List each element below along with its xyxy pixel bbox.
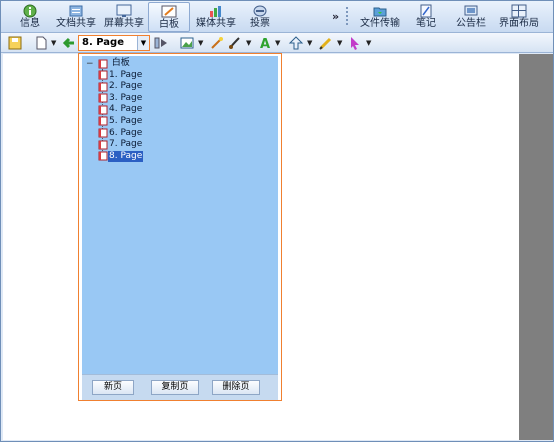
tree-page-label: 3. Page	[109, 92, 143, 103]
page-tree-area: − 白板 1. Page 2. Page 3. Page 4. Page 5. Page…	[82, 56, 278, 398]
chevron-down-icon[interactable]: ▼	[246, 39, 251, 47]
chevron-down-icon[interactable]: ▼	[307, 39, 312, 47]
tool-label: 界面布局	[499, 18, 539, 29]
save-icon[interactable]	[7, 35, 23, 51]
new-page-button[interactable]: 新页	[92, 380, 134, 395]
page-select-value: 8. Page	[82, 37, 124, 48]
page-book-icon	[98, 105, 108, 115]
page-book-icon	[98, 140, 108, 150]
arrow-left-icon[interactable]	[61, 35, 77, 51]
delete-page-button[interactable]: 删除页	[212, 380, 260, 395]
file-transfer-icon	[373, 7, 387, 17]
notes-icon	[420, 4, 432, 18]
pointer-icon[interactable]	[347, 35, 363, 51]
tree-root-label: 白板	[111, 58, 130, 68]
page-tree: − 白板 1. Page 2. Page 3. Page 4. Page 5. Page…	[86, 58, 144, 163]
info-icon	[23, 4, 37, 18]
arrow-up-icon[interactable]	[288, 35, 304, 51]
tree-root[interactable]: − 白板	[86, 58, 143, 70]
media-share-icon	[210, 6, 221, 17]
tree-page-item[interactable]: 1. Page	[86, 70, 143, 82]
tree-page-label: 1. Page	[109, 69, 143, 80]
copy-page-button[interactable]: 复制页	[151, 380, 199, 395]
page-book-icon	[98, 70, 108, 80]
page-book-icon	[98, 93, 108, 103]
tool-label: 笔记	[416, 18, 436, 29]
tool-bulletin[interactable]: 公告栏	[453, 2, 489, 32]
screen-share-icon	[116, 4, 132, 17]
tool-label: 投票	[250, 18, 270, 29]
more-tools-chevron[interactable]: »	[332, 10, 339, 23]
page-book-icon	[98, 151, 108, 161]
document-share-icon	[69, 5, 83, 17]
new-page-icon[interactable]	[33, 35, 49, 51]
tool-whiteboard[interactable]: 白板	[148, 2, 190, 32]
page-book-icon	[98, 128, 108, 138]
whiteboard-toolbar: ▼ 8. Page ▼ ▼ ▼ A ▼ ▼ ▼ ▼	[1, 33, 553, 53]
chevron-down-icon[interactable]: ▼	[51, 39, 56, 47]
svg-text:A: A	[260, 37, 270, 51]
brush-icon[interactable]	[227, 35, 243, 51]
canvas-margin	[519, 54, 553, 440]
tool-label: 媒体共享	[196, 18, 236, 29]
tool-label: 文档共享	[56, 18, 96, 29]
tool-notes[interactable]: 笔记	[411, 2, 441, 32]
text-color-icon[interactable]: A	[257, 35, 273, 51]
main-toolbar: 信息 文档共享 屏幕共享 白板 媒体共享 投票 » 文件传输 笔记 公告栏 界面…	[1, 1, 553, 33]
next-page-icon[interactable]	[153, 35, 169, 51]
tree-page-label: 7. Page	[109, 139, 143, 150]
tree-page-label: 5. Page	[109, 115, 143, 126]
tool-vote[interactable]: 投票	[245, 2, 275, 32]
tree-page-label: 2. Page	[109, 81, 143, 92]
tool-document-share[interactable]: 文档共享	[53, 2, 99, 32]
tree-page-item[interactable]: 8. Page	[86, 150, 144, 163]
whiteboard-window: 信息 文档共享 屏幕共享 白板 媒体共享 投票 » 文件传输 笔记 公告栏 界面…	[0, 0, 554, 442]
tool-label: 屏幕共享	[104, 18, 144, 29]
tree-page-item[interactable]: 6. Page	[86, 128, 143, 140]
tool-media-share[interactable]: 媒体共享	[193, 2, 239, 32]
insert-image-icon[interactable]	[179, 35, 195, 51]
tool-label: 信息	[20, 18, 40, 29]
chevron-down-icon[interactable]: ▼	[275, 39, 280, 47]
tool-layout[interactable]: 界面布局	[495, 2, 543, 32]
tree-page-label: 8. Page	[108, 150, 144, 162]
page-book-icon	[98, 82, 108, 92]
vote-icon	[253, 5, 267, 17]
tree-page-item[interactable]: 5. Page	[86, 116, 143, 128]
chevron-down-icon[interactable]: ▼	[198, 39, 203, 47]
page-book-icon	[98, 116, 108, 126]
chevron-down-icon[interactable]: ▼	[366, 39, 371, 47]
bulletin-icon	[464, 5, 478, 16]
whiteboard-book-icon	[98, 59, 108, 68]
chevron-down-icon[interactable]: ▼	[337, 39, 342, 47]
page-select[interactable]: 8. Page ▼	[78, 35, 150, 51]
tree-page-item[interactable]: 7. Page	[86, 139, 143, 151]
tree-page-item[interactable]: 2. Page	[86, 81, 143, 93]
tool-screen-share[interactable]: 屏幕共享	[101, 2, 147, 32]
magic-wand-icon[interactable]	[209, 35, 225, 51]
tool-file-transfer[interactable]: 文件传输	[357, 2, 403, 32]
chevron-down-icon[interactable]: ▼	[137, 36, 149, 50]
tool-label: 白板	[159, 19, 179, 30]
whiteboard-icon	[161, 5, 177, 18]
collapse-icon[interactable]: −	[86, 59, 95, 70]
tool-label: 公告栏	[456, 18, 486, 29]
tool-label: 文件传输	[360, 18, 400, 29]
toolbar-separator	[346, 7, 348, 27]
tree-page-item[interactable]: 4. Page	[86, 104, 143, 116]
layout-icon	[511, 4, 527, 18]
pencil-icon[interactable]	[318, 35, 334, 51]
page-tree-panel: − 白板 1. Page 2. Page 3. Page 4. Page 5. Page…	[78, 53, 282, 401]
tree-page-item[interactable]: 3. Page	[86, 93, 143, 105]
tree-page-label: 6. Page	[109, 127, 143, 138]
tool-info[interactable]: 信息	[15, 2, 45, 32]
page-actions-bar: 新页 复制页 删除页	[82, 374, 278, 400]
tree-page-label: 4. Page	[109, 104, 143, 115]
